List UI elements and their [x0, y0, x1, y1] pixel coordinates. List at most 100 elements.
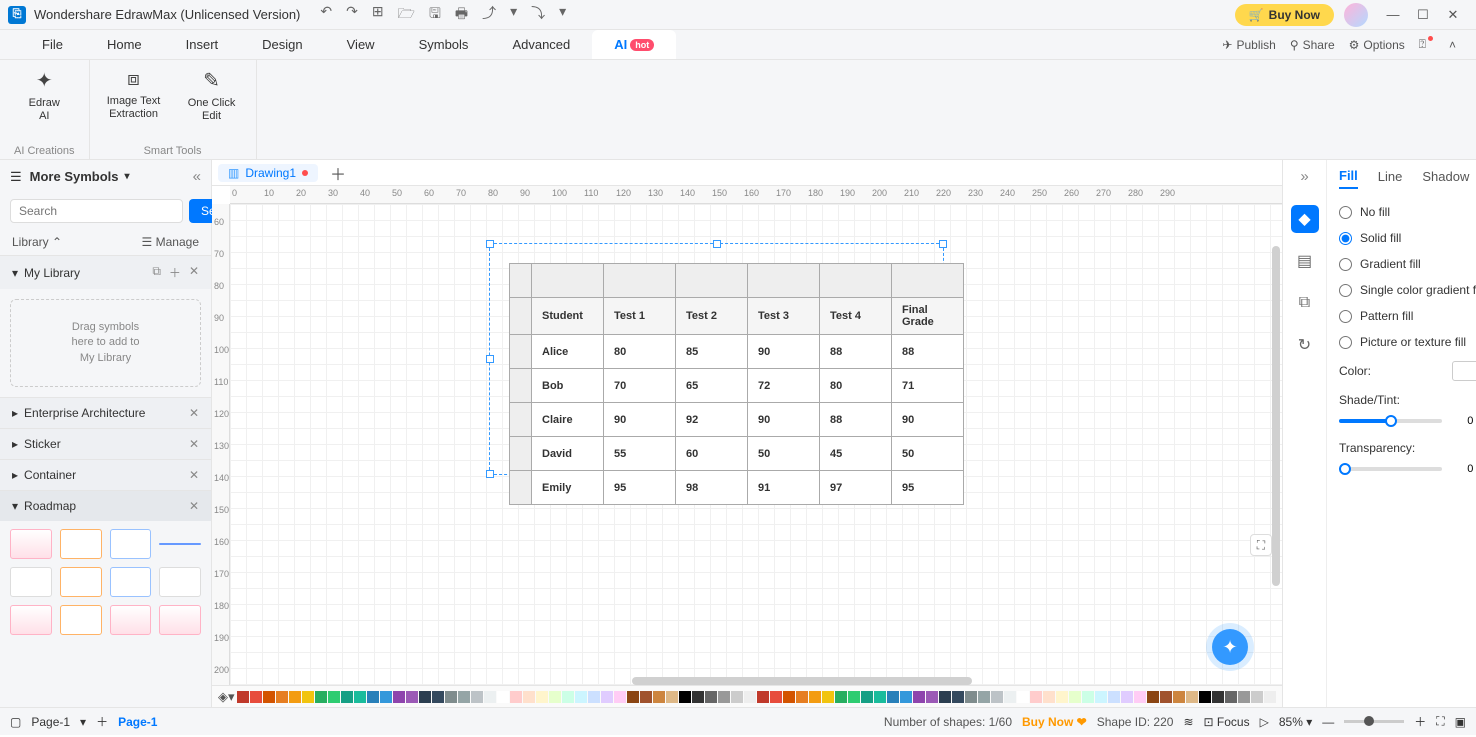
category-sticker[interactable]: ▸Sticker✕: [0, 428, 211, 459]
share-button[interactable]: ⚲ Share: [1290, 38, 1335, 52]
color-swatch[interactable]: [458, 691, 470, 703]
color-swatch[interactable]: [445, 691, 457, 703]
fill-option-none[interactable]: No fill: [1339, 199, 1476, 225]
color-swatch[interactable]: [796, 691, 808, 703]
color-swatch[interactable]: [991, 691, 1003, 703]
add-page-button[interactable]: ＋: [96, 713, 108, 730]
color-swatch[interactable]: [1134, 691, 1146, 703]
fill-option-picture[interactable]: Picture or texture fill: [1339, 329, 1476, 355]
color-swatch[interactable]: [471, 691, 483, 703]
symbol-thumb[interactable]: [60, 567, 102, 597]
resize-handle[interactable]: [486, 355, 494, 363]
color-swatch[interactable]: [1186, 691, 1198, 703]
color-swatch[interactable]: [653, 691, 665, 703]
resize-handle[interactable]: [939, 240, 947, 248]
category-roadmap[interactable]: ▾Roadmap✕: [0, 490, 211, 521]
color-swatch[interactable]: [1160, 691, 1172, 703]
layers-icon[interactable]: ≋: [1183, 715, 1193, 729]
menu-ai[interactable]: AIhot: [592, 30, 676, 59]
color-swatch[interactable]: [1017, 691, 1029, 703]
color-swatch[interactable]: [614, 691, 626, 703]
fill-option-gradient[interactable]: Gradient fill: [1339, 251, 1476, 277]
save-icon[interactable]: 🖫: [429, 3, 441, 27]
symbol-thumb[interactable]: [60, 605, 102, 635]
color-swatch[interactable]: [848, 691, 860, 703]
color-swatch[interactable]: [679, 691, 691, 703]
menu-symbols[interactable]: Symbols: [397, 30, 491, 59]
menu-insert[interactable]: Insert: [164, 30, 241, 59]
table-cell[interactable]: 55: [604, 437, 676, 471]
fill-option-solid[interactable]: Solid fill: [1339, 225, 1476, 251]
color-swatch[interactable]: [289, 691, 301, 703]
color-swatch[interactable]: [666, 691, 678, 703]
menu-file[interactable]: File: [20, 30, 85, 59]
table-cell[interactable]: Emily: [532, 471, 604, 505]
table-cell[interactable]: 72: [748, 369, 820, 403]
col-header[interactable]: [892, 264, 964, 298]
color-swatch[interactable]: [1095, 691, 1107, 703]
table-cell[interactable]: 88: [892, 335, 964, 369]
color-swatch[interactable]: [640, 691, 652, 703]
table-cell[interactable]: 98: [676, 471, 748, 505]
color-swatch[interactable]: [263, 691, 275, 703]
color-swatch[interactable]: [575, 691, 587, 703]
color-swatch[interactable]: [1082, 691, 1094, 703]
close-button[interactable]: ✕: [1438, 7, 1468, 23]
menu-advanced[interactable]: Advanced: [490, 30, 592, 59]
fill-option-single-gradient[interactable]: Single color gradient fill: [1339, 277, 1476, 303]
table-cell[interactable]: Alice: [532, 335, 604, 369]
current-page[interactable]: Page-1: [118, 715, 157, 729]
table-cell[interactable]: 90: [748, 403, 820, 437]
fill-tab-icon[interactable]: ◆: [1291, 205, 1319, 233]
table-row[interactable]: StudentTest 1Test 2Test 3Test 4Final Gra…: [510, 298, 964, 335]
table-cell[interactable]: 90: [604, 403, 676, 437]
color-swatch[interactable]: [562, 691, 574, 703]
color-swatch[interactable]: [1225, 691, 1237, 703]
expand-panel-icon[interactable]: »: [1300, 168, 1308, 185]
table-cell[interactable]: 70: [604, 369, 676, 403]
table-cell[interactable]: 97: [820, 471, 892, 505]
sidebar-title[interactable]: More Symbols▾: [30, 169, 130, 184]
shade-value[interactable]: [1452, 413, 1476, 429]
color-swatch[interactable]: [328, 691, 340, 703]
table-header-cell[interactable]: Test 4: [820, 298, 892, 335]
color-swatch[interactable]: [965, 691, 977, 703]
table-cell[interactable]: 85: [676, 335, 748, 369]
color-swatch[interactable]: [1199, 691, 1211, 703]
table-row[interactable]: David5560504550: [510, 437, 964, 471]
menu-design[interactable]: Design: [240, 30, 324, 59]
resize-handle[interactable]: [486, 470, 494, 478]
tab-shadow[interactable]: Shadow: [1422, 169, 1469, 188]
color-swatch[interactable]: [978, 691, 990, 703]
symbol-thumb[interactable]: [10, 567, 52, 597]
table-cell[interactable]: Claire: [532, 403, 604, 437]
table-row[interactable]: Alice8085908888: [510, 335, 964, 369]
color-swatch[interactable]: [1238, 691, 1250, 703]
symbol-thumb[interactable]: [10, 529, 52, 559]
table-corner[interactable]: [510, 264, 532, 298]
tab-line[interactable]: Line: [1378, 169, 1403, 188]
collapse-sidebar-icon[interactable]: «: [193, 168, 201, 185]
color-swatch[interactable]: [510, 691, 522, 703]
vertical-scrollbar[interactable]: [1272, 206, 1280, 683]
symbol-thumb[interactable]: [60, 529, 102, 559]
close-category-icon[interactable]: ✕: [189, 499, 199, 513]
history-tab-icon[interactable]: ↻: [1291, 331, 1319, 359]
redo-icon[interactable]: ↷: [346, 3, 358, 27]
drop-zone[interactable]: Drag symbols here to add to My Library: [10, 299, 201, 387]
color-swatch[interactable]: [718, 691, 730, 703]
notifications-icon[interactable]: ⍰: [1419, 37, 1435, 52]
color-swatch[interactable]: [926, 691, 938, 703]
color-swatch[interactable]: [536, 691, 548, 703]
col-header[interactable]: [748, 264, 820, 298]
color-swatch[interactable]: [809, 691, 821, 703]
col-header[interactable]: [532, 264, 604, 298]
color-swatch[interactable]: [250, 691, 262, 703]
print-icon[interactable]: 🖶: [455, 3, 468, 27]
expand-icon[interactable]: ⛶: [1250, 534, 1272, 556]
publish-button[interactable]: ✈ Publish: [1222, 38, 1275, 52]
symbol-thumb[interactable]: [110, 605, 152, 635]
table-cell[interactable]: 88: [820, 403, 892, 437]
page-layout-icon[interactable]: ▢: [10, 715, 21, 729]
table-header-cell[interactable]: Student: [532, 298, 604, 335]
